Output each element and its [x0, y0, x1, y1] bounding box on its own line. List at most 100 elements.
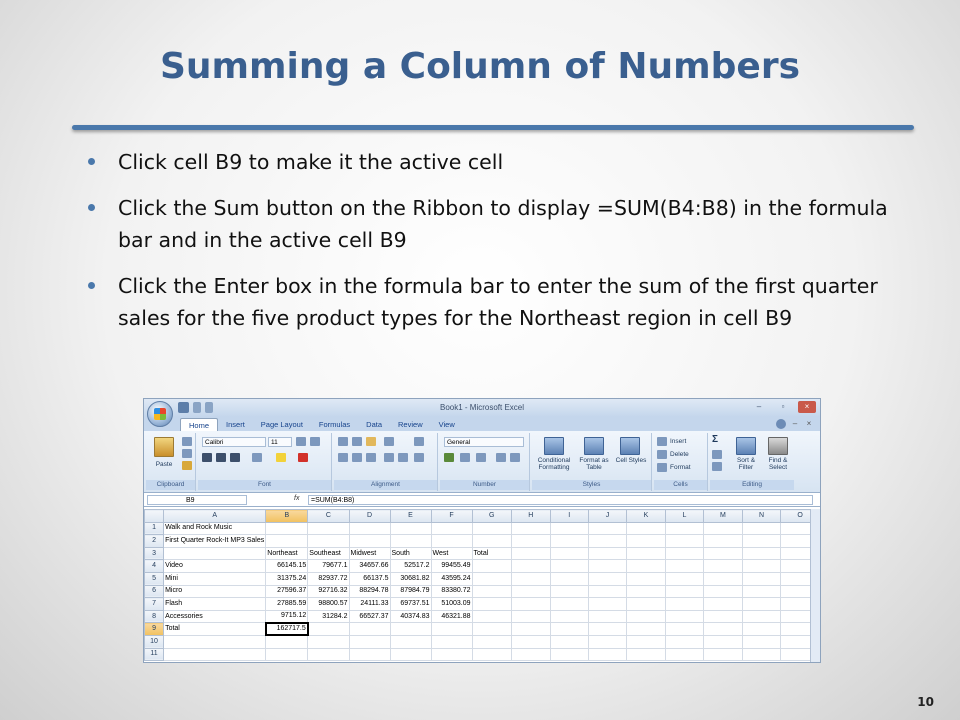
- cell[interactable]: [741, 571, 782, 586]
- cell[interactable]: [626, 647, 666, 662]
- cell[interactable]: [664, 521, 705, 536]
- align-top-icon[interactable]: [338, 437, 348, 446]
- fill-color-icon[interactable]: [276, 453, 286, 462]
- underline-icon[interactable]: [230, 453, 240, 462]
- cell[interactable]: 31375.24: [265, 571, 309, 586]
- cell[interactable]: [307, 521, 350, 536]
- cell[interactable]: West: [430, 546, 473, 561]
- cell[interactable]: 162717.5: [264, 621, 309, 637]
- bold-icon[interactable]: [202, 453, 212, 462]
- cell[interactable]: [430, 534, 473, 548]
- format-cells-button[interactable]: Format: [670, 464, 691, 471]
- cell[interactable]: [163, 634, 267, 649]
- cell[interactable]: Flash: [163, 597, 267, 611]
- cell[interactable]: [703, 559, 743, 573]
- cell[interactable]: Southeast: [307, 546, 350, 561]
- cell[interactable]: [265, 521, 309, 536]
- column-header[interactable]: J: [587, 509, 628, 523]
- cell[interactable]: [348, 521, 391, 536]
- cell[interactable]: [549, 597, 589, 611]
- cell[interactable]: 34657.66: [348, 559, 391, 573]
- cell[interactable]: [587, 609, 628, 624]
- cell[interactable]: [265, 634, 309, 649]
- cell[interactable]: [307, 634, 350, 649]
- cell[interactable]: [389, 647, 432, 662]
- cell[interactable]: [549, 634, 589, 649]
- cell[interactable]: 31284.2: [307, 609, 350, 624]
- comma-icon[interactable]: [476, 453, 486, 462]
- cell[interactable]: [307, 622, 350, 636]
- align-left-icon[interactable]: [338, 453, 348, 462]
- cell[interactable]: [511, 546, 551, 561]
- conditional-formatting-label[interactable]: Conditional Formatting: [532, 457, 576, 471]
- cell[interactable]: [389, 521, 432, 536]
- cell[interactable]: [587, 534, 628, 548]
- insert-cells-button[interactable]: Insert: [670, 438, 686, 445]
- cell[interactable]: [703, 571, 743, 586]
- cell[interactable]: Mini: [163, 571, 267, 586]
- cell[interactable]: [511, 622, 551, 636]
- cell[interactable]: Micro: [163, 584, 267, 599]
- cell[interactable]: [511, 584, 551, 599]
- cell[interactable]: [348, 634, 391, 649]
- cell[interactable]: [664, 597, 705, 611]
- cell[interactable]: [626, 521, 666, 536]
- name-box[interactable]: B9: [147, 495, 247, 505]
- insert-cells-icon[interactable]: [657, 437, 667, 446]
- row-header[interactable]: 7: [144, 597, 165, 611]
- cell[interactable]: 83380.72: [430, 584, 473, 599]
- cell[interactable]: [471, 622, 513, 636]
- cell[interactable]: [664, 647, 705, 662]
- clear-icon[interactable]: [712, 462, 722, 471]
- fill-icon[interactable]: [712, 450, 722, 459]
- cell[interactable]: [549, 622, 589, 636]
- cell[interactable]: [471, 521, 513, 536]
- cell[interactable]: [626, 609, 666, 624]
- cell[interactable]: [703, 634, 743, 649]
- format-as-table-label[interactable]: Format as Table: [576, 457, 612, 471]
- cell[interactable]: 30681.82: [389, 571, 432, 586]
- cell[interactable]: [703, 534, 743, 548]
- formula-input[interactable]: =SUM(B4:B8): [308, 495, 813, 505]
- cell[interactable]: Accessories: [163, 609, 267, 624]
- tab-home[interactable]: Home: [180, 418, 219, 432]
- font-family-select[interactable]: Calibri: [202, 437, 266, 447]
- cell[interactable]: 9715.12: [265, 609, 309, 624]
- increase-decimal-icon[interactable]: [496, 453, 506, 462]
- cell[interactable]: [587, 571, 628, 586]
- cell[interactable]: Total: [471, 546, 513, 561]
- cell[interactable]: [389, 622, 432, 636]
- minimize-icon[interactable]: –: [750, 401, 768, 413]
- sort-filter-icon[interactable]: [736, 437, 756, 455]
- row-header[interactable]: 6: [144, 584, 165, 599]
- cell[interactable]: [549, 571, 589, 586]
- close-icon[interactable]: ×: [798, 401, 816, 413]
- wrap-text-icon[interactable]: [414, 437, 424, 446]
- close-workbook-icon[interactable]: ×: [804, 419, 814, 429]
- cell[interactable]: [265, 647, 309, 662]
- cell-styles-label[interactable]: Cell Styles: [614, 457, 648, 464]
- cell[interactable]: [430, 521, 473, 536]
- cell[interactable]: [549, 559, 589, 573]
- shrink-font-icon[interactable]: [310, 437, 320, 446]
- cell[interactable]: [703, 609, 743, 624]
- cell[interactable]: Walk and Rock Music: [163, 521, 267, 536]
- column-header[interactable]: H: [511, 509, 551, 523]
- row-header[interactable]: 9: [144, 622, 165, 636]
- row-header[interactable]: 8: [144, 609, 165, 624]
- minimize-workbook-icon[interactable]: –: [790, 419, 800, 429]
- row-header[interactable]: 11: [144, 647, 165, 662]
- cell[interactable]: [587, 521, 628, 536]
- find-select-icon[interactable]: [768, 437, 788, 455]
- column-header[interactable]: I: [549, 509, 589, 523]
- cell[interactable]: [430, 622, 473, 636]
- cell[interactable]: [471, 534, 513, 548]
- delete-cells-icon[interactable]: [657, 450, 667, 459]
- cell[interactable]: [549, 521, 589, 536]
- find-select-label[interactable]: Find & Select: [762, 457, 794, 471]
- cell[interactable]: [163, 647, 267, 662]
- cell[interactable]: Midwest: [348, 546, 391, 561]
- cell[interactable]: [626, 546, 666, 561]
- align-bottom-icon[interactable]: [366, 437, 376, 446]
- cell[interactable]: [664, 559, 705, 573]
